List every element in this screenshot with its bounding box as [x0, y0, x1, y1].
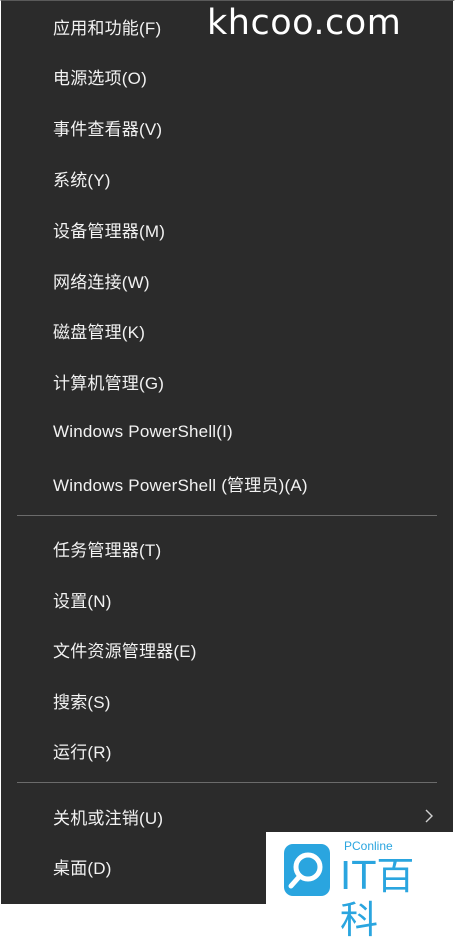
menu-item-label: 任务管理器(T) [53, 540, 162, 560]
menu-item-label: Windows PowerShell(I) [53, 422, 233, 441]
watermark-text: khcoo.com [207, 3, 402, 43]
menu-item-label: 电源选项(O) [53, 68, 147, 88]
menu-item-label: 应用和功能(F) [53, 18, 162, 38]
menu-item-label: 系统(Y) [53, 170, 111, 190]
menu-item-label: 磁盘管理(K) [53, 322, 146, 342]
menu-item-computer-management[interactable]: 计算机管理(G) [1, 356, 453, 406]
menu-item-label: 计算机管理(G) [53, 373, 165, 393]
menu-item-event-viewer[interactable]: 事件查看器(V) [1, 102, 453, 152]
menu-item-run[interactable]: 运行(R) [1, 725, 453, 775]
menu-item-label: 桌面(D) [53, 858, 112, 878]
menu-item-search[interactable]: 搜索(S) [1, 675, 453, 725]
logo-brand-text: PConline [344, 839, 393, 853]
menu-item-label: 文件资源管理器(E) [53, 641, 197, 661]
menu-separator [17, 515, 437, 516]
menu-item-file-explorer[interactable]: 文件资源管理器(E) [1, 624, 453, 674]
menu-item-label: 设置(N) [53, 591, 112, 611]
logo-title-text: IT百科 [340, 854, 416, 942]
context-menu: 应用和功能(F) 电源选项(O) 事件查看器(V) 系统(Y) 设备管理器(M)… [0, 0, 455, 906]
menu-item-label: 搜索(S) [53, 692, 111, 712]
menu-item-windows-powershell-admin[interactable]: Windows PowerShell (管理员)(A) [1, 458, 453, 508]
menu-item-windows-powershell[interactable]: Windows PowerShell(I) [1, 407, 453, 457]
menu-separator [17, 782, 437, 783]
menu-item-label: 事件查看器(V) [53, 119, 163, 139]
pconline-logo: PConline IT百科 [266, 832, 454, 942]
menu-item-label: 关机或注销(U) [53, 808, 164, 828]
menu-item-label: 运行(R) [53, 742, 112, 762]
chevron-right-icon [425, 809, 433, 823]
menu-item-network-connections[interactable]: 网络连接(W) [1, 255, 453, 305]
menu-item-settings[interactable]: 设置(N) [1, 574, 453, 624]
menu-item-device-manager[interactable]: 设备管理器(M) [1, 204, 453, 254]
menu-item-label: 设备管理器(M) [53, 221, 166, 241]
menu-item-system[interactable]: 系统(Y) [1, 153, 453, 203]
menu-item-power-options[interactable]: 电源选项(O) [1, 51, 453, 101]
magnifier-icon [284, 844, 330, 896]
menu-item-disk-management[interactable]: 磁盘管理(K) [1, 305, 453, 355]
menu-item-task-manager[interactable]: 任务管理器(T) [1, 523, 453, 573]
menu-item-label: 网络连接(W) [53, 272, 150, 292]
menu-item-label: Windows PowerShell (管理员)(A) [53, 475, 308, 495]
